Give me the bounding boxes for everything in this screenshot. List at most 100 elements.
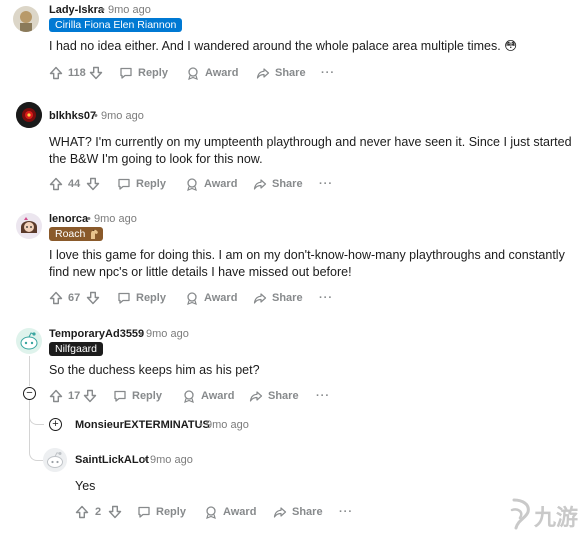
downvote-button[interactable] bbox=[86, 289, 100, 307]
award-label: Award bbox=[204, 178, 238, 190]
comment-body: WHAT? I'm currently on my umpteenth play… bbox=[49, 135, 572, 166]
username[interactable]: Lady-Iskra bbox=[49, 4, 104, 16]
comment-body: Yes bbox=[75, 479, 96, 493]
share-button[interactable]: Share bbox=[256, 64, 306, 82]
timestamp[interactable]: 9mo ago bbox=[94, 213, 137, 225]
reply-icon bbox=[114, 390, 126, 402]
timestamp[interactable]: 9mo ago bbox=[101, 110, 144, 122]
user-flair: Nilfgaard bbox=[49, 342, 104, 356]
reply-button[interactable]: Reply bbox=[117, 289, 166, 307]
timestamp[interactable]: 9mo ago bbox=[108, 4, 151, 16]
downvote-icon bbox=[83, 389, 97, 403]
award-button[interactable]: Award bbox=[185, 175, 237, 193]
upvote-icon bbox=[75, 505, 89, 519]
avatar[interactable] bbox=[16, 102, 42, 128]
upvote-button[interactable] bbox=[49, 175, 63, 193]
more-options-button[interactable]: ··· bbox=[316, 387, 330, 405]
downvote-button[interactable] bbox=[108, 503, 122, 521]
watermark-logo: 九游 bbox=[508, 494, 580, 534]
flair-text: Roach bbox=[55, 228, 86, 240]
reply-button[interactable]: Reply bbox=[113, 387, 162, 405]
reply-label: Reply bbox=[138, 67, 168, 79]
share-icon bbox=[253, 293, 267, 304]
avatar-image-icon bbox=[13, 6, 39, 32]
timestamp[interactable]: 9mo ago bbox=[206, 419, 249, 431]
more-options-button[interactable]: ··· bbox=[339, 503, 353, 521]
reply-button[interactable]: Reply bbox=[117, 175, 166, 193]
separator-dot: • bbox=[101, 4, 105, 16]
upvote-icon bbox=[49, 66, 63, 80]
avatar-image-icon bbox=[16, 102, 42, 128]
username[interactable]: TemporaryAd3559 bbox=[49, 328, 144, 340]
reply-button[interactable]: Reply bbox=[137, 503, 186, 521]
reply-label: Reply bbox=[156, 506, 186, 518]
award-button[interactable]: Award bbox=[182, 387, 234, 405]
award-icon bbox=[188, 67, 198, 80]
comment-actions: 44 Reply Award Share ··· bbox=[49, 175, 349, 193]
share-icon bbox=[273, 507, 287, 518]
upvote-button[interactable] bbox=[75, 503, 89, 521]
more-options-button[interactable]: ··· bbox=[321, 64, 335, 82]
expand-thread-icon[interactable]: + bbox=[49, 418, 62, 431]
comment-body: I love this game for doing this. I am on… bbox=[49, 248, 565, 279]
share-icon bbox=[249, 391, 263, 402]
award-button[interactable]: Award bbox=[185, 289, 237, 307]
comment-body: So the duchess keeps him as his pet? bbox=[49, 363, 260, 377]
share-label: Share bbox=[292, 506, 323, 518]
thread-line[interactable] bbox=[29, 356, 30, 386]
thread-connector bbox=[29, 400, 44, 425]
upvote-icon bbox=[49, 389, 63, 403]
timestamp[interactable]: 9mo ago bbox=[150, 454, 193, 466]
downvote-button[interactable] bbox=[89, 64, 103, 82]
thread-connector bbox=[29, 430, 44, 461]
award-label: Award bbox=[201, 390, 235, 402]
avatar[interactable] bbox=[43, 448, 67, 472]
username[interactable]: blkhks07 bbox=[49, 110, 96, 122]
upvote-button[interactable] bbox=[49, 64, 63, 82]
snoo-avatar-icon bbox=[16, 328, 42, 354]
more-options-button[interactable]: ··· bbox=[319, 289, 333, 307]
separator-dot: • bbox=[87, 213, 91, 225]
vote-count: 44 bbox=[68, 178, 81, 190]
upvote-icon bbox=[49, 177, 63, 191]
collapse-thread-icon[interactable]: − bbox=[23, 387, 36, 400]
username[interactable]: SaintLickALot bbox=[75, 454, 149, 466]
downvote-button[interactable] bbox=[86, 175, 100, 193]
share-button[interactable]: Share bbox=[253, 175, 303, 193]
more-options-button[interactable]: ··· bbox=[319, 175, 333, 193]
award-label: Award bbox=[223, 506, 257, 518]
award-icon bbox=[187, 292, 197, 305]
avatar[interactable] bbox=[16, 213, 42, 239]
reply-label: Reply bbox=[132, 390, 162, 402]
reply-label: Reply bbox=[136, 178, 166, 190]
comment-actions: 118 Reply Award Share ··· bbox=[49, 64, 349, 82]
avatar-image-icon bbox=[16, 213, 42, 239]
downvote-icon bbox=[89, 66, 103, 80]
avatar[interactable] bbox=[13, 6, 39, 32]
upvote-button[interactable] bbox=[49, 387, 63, 405]
snoo-avatar-icon bbox=[43, 448, 67, 472]
upvote-button[interactable] bbox=[49, 289, 63, 307]
vote-count: 118 bbox=[68, 67, 86, 79]
reply-label: Reply bbox=[136, 292, 166, 304]
username[interactable]: MonsieurEXTERMINATUS bbox=[75, 419, 210, 431]
award-label: Award bbox=[204, 292, 238, 304]
reply-button[interactable]: Reply bbox=[119, 64, 168, 82]
separator-dot: • bbox=[94, 110, 98, 122]
share-button[interactable]: Share bbox=[249, 387, 299, 405]
username[interactable]: lenorca bbox=[49, 213, 88, 225]
reply-icon bbox=[138, 506, 150, 518]
award-button[interactable]: Award bbox=[204, 503, 256, 521]
award-label: Award bbox=[205, 67, 239, 79]
downvote-button[interactable] bbox=[83, 387, 97, 405]
share-icon bbox=[253, 179, 267, 190]
timestamp[interactable]: 9mo ago bbox=[146, 328, 189, 340]
share-button[interactable]: Share bbox=[273, 503, 323, 521]
horse-emoji-icon bbox=[91, 229, 99, 239]
avatar[interactable] bbox=[16, 328, 42, 354]
downvote-icon bbox=[86, 177, 100, 191]
downvote-icon bbox=[108, 505, 122, 519]
downvote-icon bbox=[86, 291, 100, 305]
award-button[interactable]: Award bbox=[186, 64, 238, 82]
share-button[interactable]: Share bbox=[253, 289, 303, 307]
